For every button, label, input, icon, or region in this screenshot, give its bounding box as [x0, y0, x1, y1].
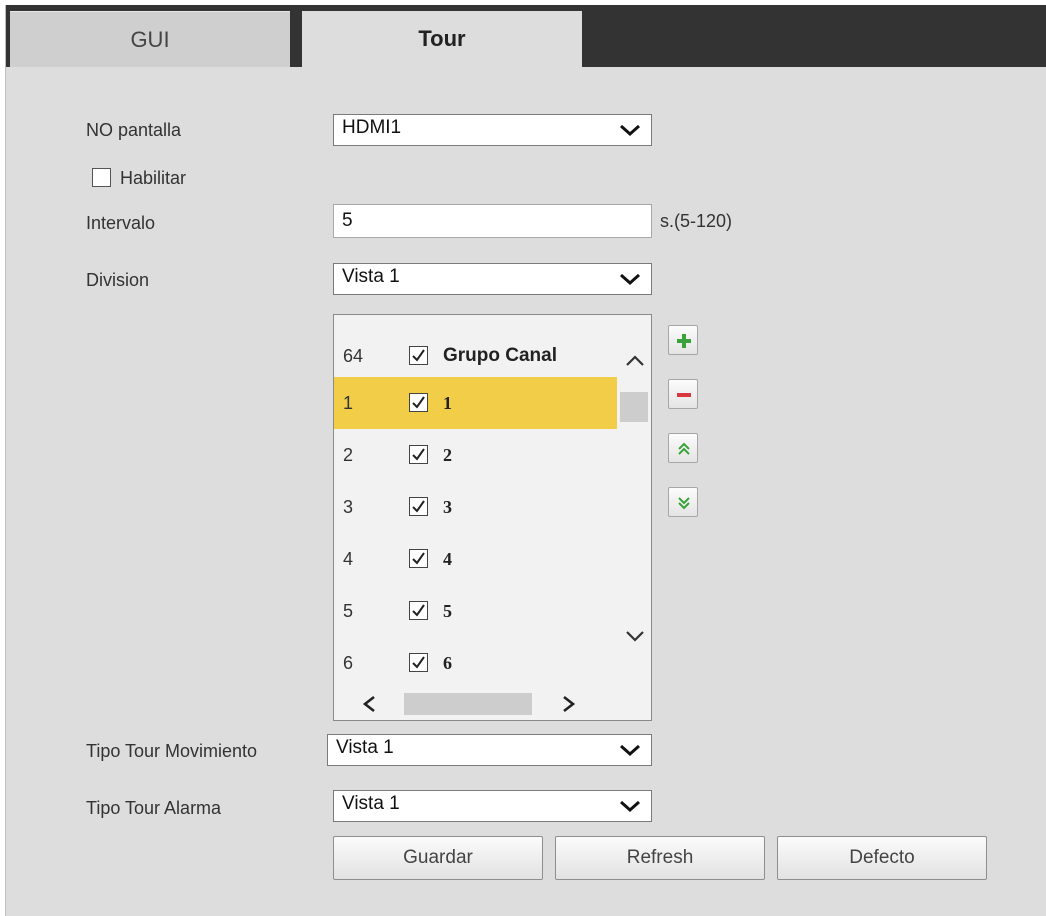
scroll-right-icon[interactable] [562, 695, 576, 713]
add-icon [677, 334, 691, 348]
tab-tour[interactable]: Tour [302, 11, 582, 67]
channel-listbox[interactable]: 64 Grupo Canal 1 1 2 2 3 3 4 4 5 5 6 6 [333, 314, 652, 721]
interval-unit: s.(5-120) [660, 211, 733, 231]
alarm-tour-value: Vista 1 [342, 793, 400, 814]
display-label: NO pantalla [86, 120, 182, 140]
division-select[interactable]: Vista 1 [333, 263, 652, 295]
check-icon [412, 604, 425, 617]
channel-row[interactable]: 6 6 [334, 637, 617, 689]
channel-name: 2 [443, 444, 452, 465]
channel-num: 3 [343, 496, 354, 517]
motion-tour-value: Vista 1 [336, 737, 394, 758]
chevron-down-icon [620, 800, 640, 813]
default-button[interactable]: Defecto [777, 836, 987, 880]
motion-tour-select[interactable]: Vista 1 [327, 734, 652, 766]
move-down-button[interactable] [668, 487, 698, 517]
channel-checkbox[interactable] [409, 601, 428, 620]
channel-num: 5 [343, 600, 354, 621]
tab-gui[interactable]: GUI [10, 11, 290, 67]
channel-checkbox[interactable] [409, 445, 428, 464]
move-down-icon [678, 497, 690, 510]
remove-channel-button[interactable] [668, 379, 698, 409]
channel-name: 3 [443, 496, 452, 517]
check-icon [412, 500, 425, 513]
check-icon [412, 552, 425, 565]
motion-tour-label: Tipo Tour Movimiento [86, 741, 258, 761]
enable-label: Habilitar [120, 168, 187, 188]
division-label: Division [86, 270, 150, 290]
refresh-button[interactable]: Refresh [555, 836, 765, 880]
chevron-down-icon [620, 273, 640, 286]
channel-group-header[interactable]: 64 Grupo Canal [334, 330, 617, 382]
add-channel-button[interactable] [668, 325, 698, 355]
channel-num: 6 [343, 652, 354, 673]
interval-label: Intervalo [86, 213, 156, 233]
channel-row[interactable]: 1 1 [334, 377, 617, 429]
channel-checkbox[interactable] [409, 497, 428, 516]
channel-checkbox[interactable] [409, 393, 428, 412]
move-up-icon [678, 442, 690, 455]
alarm-tour-select[interactable]: Vista 1 [333, 790, 652, 822]
channel-num: 4 [343, 548, 354, 569]
group-name: Grupo Canal [443, 345, 558, 366]
channel-name: 1 [443, 392, 452, 413]
channel-name: 4 [443, 548, 452, 569]
tour-settings-panel: GUI Tour NO pantalla HDMI1 Habilitar Int… [5, 5, 1046, 916]
check-icon [412, 396, 425, 409]
display-select-value: HDMI1 [342, 117, 402, 138]
vertical-scrollbar[interactable] [617, 315, 651, 685]
channel-name: 5 [443, 600, 452, 621]
display-select[interactable]: HDMI1 [333, 114, 652, 146]
channel-num: 2 [343, 444, 354, 465]
chevron-down-icon [620, 744, 640, 757]
tab-bar: GUI Tour [6, 5, 1046, 67]
interval-input[interactable]: 5 [333, 204, 652, 238]
move-up-button[interactable] [668, 433, 698, 463]
chevron-down-icon [620, 124, 640, 137]
group-count: 64 [343, 345, 364, 366]
scroll-down-icon[interactable] [625, 630, 645, 642]
save-button[interactable]: Guardar [333, 836, 543, 880]
channel-checkbox[interactable] [409, 653, 428, 672]
channel-name: 6 [443, 652, 452, 673]
check-icon [412, 448, 425, 461]
channel-row[interactable]: 4 4 [334, 533, 617, 585]
check-icon [412, 349, 425, 362]
alarm-tour-label: Tipo Tour Alarma [86, 798, 222, 818]
division-select-value: Vista 1 [342, 266, 400, 287]
horizontal-scroll-thumb[interactable] [404, 693, 532, 715]
remove-icon [677, 393, 691, 397]
vertical-scroll-thumb[interactable] [620, 392, 648, 422]
check-icon [412, 656, 425, 669]
group-checkbox[interactable] [409, 346, 428, 365]
scroll-left-icon[interactable] [362, 695, 376, 713]
horizontal-scrollbar[interactable] [334, 685, 617, 720]
channel-row[interactable]: 5 5 [334, 585, 617, 637]
channel-row[interactable]: 3 3 [334, 481, 617, 533]
channel-checkbox[interactable] [409, 549, 428, 568]
channel-num: 1 [343, 392, 354, 413]
enable-checkbox[interactable] [92, 168, 111, 187]
scroll-up-icon[interactable] [625, 355, 645, 367]
channel-row[interactable]: 2 2 [334, 429, 617, 481]
